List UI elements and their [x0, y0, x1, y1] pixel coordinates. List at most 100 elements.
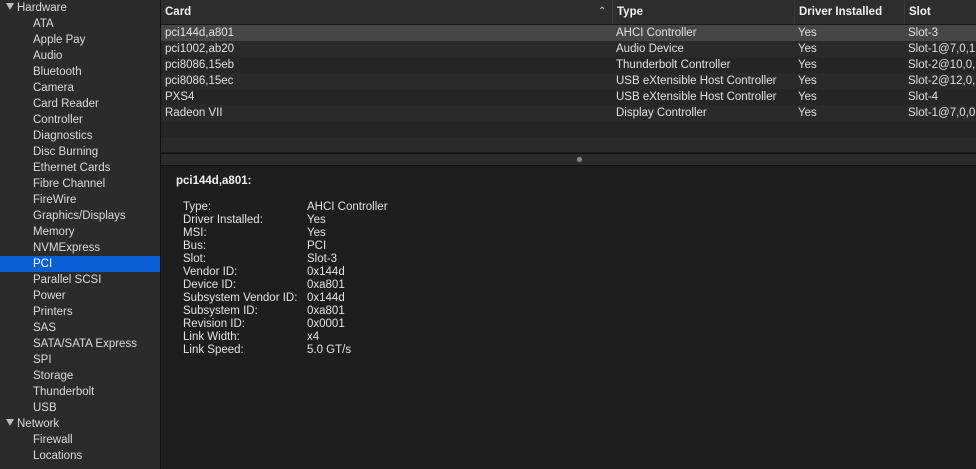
property-row: Slot: Slot-3	[183, 253, 388, 266]
property-value: Yes	[307, 214, 326, 226]
property-row: Device ID: 0xa801	[183, 279, 388, 292]
sidebar-item[interactable]: Ethernet Cards	[0, 160, 160, 176]
cell-card: PXS4	[165, 91, 195, 103]
sidebar-item[interactable]: Locations	[0, 448, 160, 464]
cell-card: pci1002,ab20	[165, 43, 235, 55]
property-row: Link Speed: 5.0 GT/s	[183, 344, 388, 357]
empty-row	[161, 137, 976, 152]
sidebar-item[interactable]: ATA	[0, 16, 160, 32]
property-list: Type: AHCI Controller Driver Installed: Yes…	[183, 201, 388, 357]
sidebar-item[interactable]: SAS	[0, 320, 160, 336]
cell-card: pci144d,a801	[165, 27, 235, 39]
sidebar-item[interactable]: Fibre Channel	[0, 176, 160, 192]
property-key: MSI:	[183, 227, 207, 239]
table-row[interactable]: pci8086,15eb Thunderbolt Controller Yes Slo…	[161, 57, 976, 73]
property-value: Yes	[307, 227, 326, 239]
sidebar: Hardware ATA Apple Pay Audio Bluetooth Camera…	[0, 0, 161, 469]
property-row: Link Width: x4	[183, 331, 388, 344]
device-table[interactable]: Card ⌃ Type Driver Installed Slot pci144…	[161, 0, 976, 152]
property-value: 0x0001	[307, 318, 345, 330]
sidebar-item[interactable]: NVMExpress	[0, 240, 160, 256]
property-row: Subsystem ID: 0xa801	[183, 305, 388, 318]
table-row[interactable]: PXS4 USB eXtensible Host Controller Yes Slo…	[161, 89, 976, 105]
cell-driver-installed: Yes	[798, 59, 817, 71]
property-row: Bus: PCI	[183, 240, 388, 253]
chevron-up-icon[interactable]: ⌃	[598, 0, 606, 24]
property-value: 5.0 GT/s	[307, 344, 352, 356]
property-row: Revision ID: 0x0001	[183, 318, 388, 331]
cell-driver-installed: Yes	[798, 27, 817, 39]
sidebar-group-network[interactable]: Network	[0, 416, 160, 432]
property-value: 0x144d	[307, 266, 345, 278]
sidebar-group-label: Hardware	[17, 2, 67, 14]
divider-handle-icon[interactable]	[577, 157, 582, 162]
property-key: Subsystem ID:	[183, 305, 258, 317]
sidebar-item[interactable]: Card Reader	[0, 96, 160, 112]
property-key: Bus:	[183, 240, 207, 252]
cell-type: Thunderbolt Controller	[616, 59, 731, 71]
table-row[interactable]: pci1002,ab20 Audio Device Yes Slot-1@7,0,1	[161, 41, 976, 57]
property-value: AHCI Controller	[307, 201, 388, 213]
property-row: MSI: Yes	[183, 227, 388, 240]
split-view-divider[interactable]	[161, 153, 976, 166]
property-value: 0xa801	[307, 279, 345, 291]
property-value: PCI	[307, 240, 327, 252]
sidebar-item[interactable]: SATA/SATA Express	[0, 336, 160, 352]
cell-type: Display Controller	[616, 107, 707, 119]
property-value: x4	[307, 331, 320, 343]
cell-slot: Slot-2@10,0,	[908, 59, 976, 71]
sidebar-item[interactable]: Controller	[0, 112, 160, 128]
property-row: Subsystem Vendor ID: 0x144d	[183, 292, 388, 305]
property-row: Type: AHCI Controller	[183, 201, 388, 214]
cell-slot: Slot-3	[908, 27, 939, 39]
table-row[interactable]: pci144d,a801 AHCI Controller Yes Slot-3	[161, 25, 976, 41]
column-header-slot[interactable]: Slot	[904, 0, 976, 24]
property-row: Vendor ID: 0x144d	[183, 266, 388, 279]
sidebar-item[interactable]: Apple Pay	[0, 32, 160, 48]
sidebar-group-label: Network	[17, 418, 60, 430]
sidebar-item[interactable]: PCI	[0, 256, 160, 272]
sidebar-item[interactable]: SPI	[0, 352, 160, 368]
cell-driver-installed: Yes	[798, 43, 817, 55]
cell-card: pci8086,15ec	[165, 75, 234, 87]
cell-type: USB eXtensible Host Controller	[616, 75, 777, 87]
column-header-card[interactable]: Card	[161, 0, 612, 24]
cell-slot: Slot-2@12,0,	[908, 75, 976, 87]
property-key: Driver Installed:	[183, 214, 263, 226]
property-key: Slot:	[183, 253, 207, 265]
property-key: Vendor ID:	[183, 266, 238, 278]
sidebar-item[interactable]: USB	[0, 400, 160, 416]
property-key: Link Speed:	[183, 344, 244, 356]
sidebar-group-hardware[interactable]: Hardware	[0, 0, 160, 16]
sidebar-item[interactable]: Diagnostics	[0, 128, 160, 144]
property-value: 0x144d	[307, 292, 345, 304]
sidebar-item[interactable]: Bluetooth	[0, 64, 160, 80]
property-value: 0xa801	[307, 305, 345, 317]
sidebar-item[interactable]: Memory	[0, 224, 160, 240]
sidebar-item[interactable]: Camera	[0, 80, 160, 96]
sidebar-item[interactable]: Firewall	[0, 432, 160, 448]
sidebar-item[interactable]: Printers	[0, 304, 160, 320]
cell-driver-installed: Yes	[798, 107, 817, 119]
property-key: Type:	[183, 201, 212, 213]
sidebar-item[interactable]: Thunderbolt	[0, 384, 160, 400]
table-row[interactable]: pci8086,15ec USB eXtensible Host Controll…	[161, 73, 976, 89]
sidebar-item[interactable]: Audio	[0, 48, 160, 64]
sidebar-item[interactable]: Storage	[0, 368, 160, 384]
disclosure-triangle-icon[interactable]	[6, 3, 14, 10]
property-key: Device ID:	[183, 279, 237, 291]
sidebar-item[interactable]: Parallel SCSI	[0, 272, 160, 288]
column-header-type[interactable]: Type	[612, 0, 794, 24]
column-header-driver-installed[interactable]: Driver Installed	[794, 0, 904, 24]
cell-slot: Slot-1@7,0,1	[908, 43, 976, 55]
cell-driver-installed: Yes	[798, 75, 817, 87]
table-row[interactable]: Radeon VII Display Controller Yes Slot-1@7,…	[161, 105, 976, 121]
detail-pane: pci144d,a801: Type: AHCI Controller Driver…	[161, 166, 976, 469]
disclosure-triangle-icon[interactable]	[6, 419, 14, 426]
sidebar-item[interactable]: Graphics/Displays	[0, 208, 160, 224]
sidebar-item[interactable]: Disc Burning	[0, 144, 160, 160]
cell-card: pci8086,15eb	[165, 59, 235, 71]
sidebar-item[interactable]: Power	[0, 288, 160, 304]
sidebar-item[interactable]: FireWire	[0, 192, 160, 208]
property-key: Revision ID:	[183, 318, 245, 330]
